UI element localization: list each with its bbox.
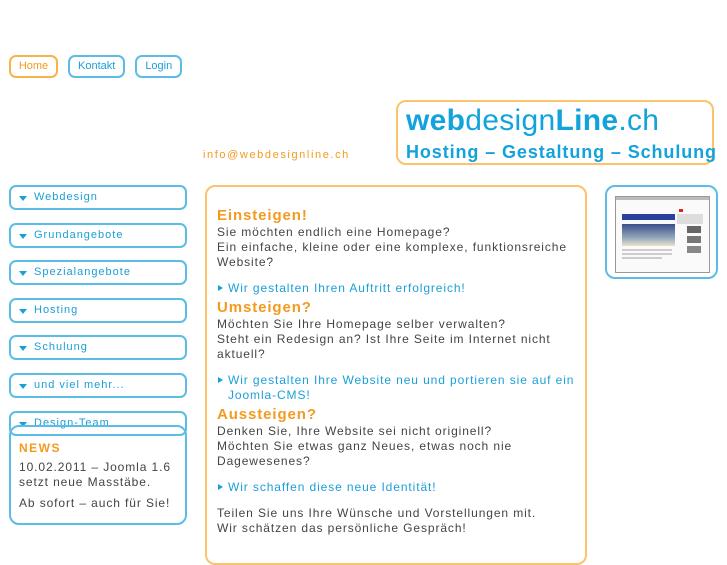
- section-text: Denken Sie, Ihre Website sei nicht origi…: [217, 424, 493, 438]
- sidebar-item-spezialangebote[interactable]: Spezialangebote: [9, 260, 187, 286]
- logo-part-tld: .ch: [618, 104, 660, 137]
- section-einsteigen: Einsteigen! Sie möchten endlich eine Hom…: [217, 207, 575, 296]
- sidebar-item-label: Spezialangebote: [34, 266, 131, 279]
- logo-wordmark: webdesignLine.ch: [406, 104, 659, 138]
- logo-tagline: Hosting – Gestaltung – Schulung: [406, 142, 717, 162]
- sidebar-item-grundangebote[interactable]: Grundangebote: [9, 222, 187, 248]
- section-heading: Aussteigen?: [217, 406, 317, 423]
- section-text: Sie möchten endlich eine Homepage?: [217, 225, 451, 239]
- sidebar-item-label: Schulung: [34, 341, 88, 354]
- site-logo[interactable]: webdesignLine.ch Hosting – Gestaltung – …: [396, 100, 717, 165]
- section-text: Ein einfache, kleine oder eine komplexe,…: [217, 240, 567, 269]
- closing-text: Teilen Sie uns Ihre Wünsche und Vorstell…: [217, 506, 575, 536]
- sidebar-menu: Webdesign Grundangebote Spezialangebote …: [9, 185, 187, 448]
- contact-email-link[interactable]: info@webdesignline.ch: [203, 149, 350, 161]
- arrow-right-icon: [218, 285, 223, 291]
- arrow-right-icon: [218, 484, 223, 490]
- sidebar-item-mehr[interactable]: und viel mehr...: [9, 372, 187, 398]
- section-link[interactable]: Wir gestalten Ihren Auftritt erfolgreich…: [217, 281, 575, 296]
- section-link-label: Wir gestalten Ihren Auftritt erfolgreich…: [228, 281, 466, 295]
- section-link[interactable]: Wir schaffen diese neue Identität!: [217, 480, 575, 495]
- news-item: 10.02.2011 – Joomla 1.6 setzt neue Masst…: [19, 460, 171, 489]
- sidebar-item-label: und viel mehr...: [34, 378, 125, 391]
- closing-line: Wir schätzen das persönliche Gespräch!: [217, 521, 467, 535]
- sidebar-item-schulung[interactable]: Schulung: [9, 335, 187, 361]
- sidebar-item-label: Grundangebote: [34, 228, 124, 241]
- nav-home-button[interactable]: Home: [9, 55, 58, 78]
- section-text: Steht ein Redesign an? Ist Ihre Seite im…: [217, 332, 551, 361]
- logo-part-line: Line: [555, 104, 619, 137]
- section-heading: Einsteigen!: [217, 207, 308, 224]
- nav-login-button[interactable]: Login: [135, 55, 183, 78]
- caret-down-icon: [19, 308, 27, 314]
- main-content: Einsteigen! Sie möchten endlich eine Hom…: [205, 185, 587, 565]
- closing-line: Teilen Sie uns Ihre Wünsche und Vorstell…: [217, 506, 537, 520]
- caret-down-icon: [19, 271, 27, 277]
- section-link[interactable]: Wir gestalten Ihre Website neu und porti…: [217, 373, 575, 403]
- sidebar-item-label: Hosting: [34, 303, 79, 316]
- nav-kontakt-button[interactable]: Kontakt: [68, 55, 126, 78]
- caret-down-icon: [19, 233, 27, 239]
- section-heading: Umsteigen?: [217, 299, 312, 316]
- website-screenshot-thumbnail-icon: [615, 196, 710, 273]
- section-link-label: Wir schaffen diese neue Identität!: [228, 480, 437, 494]
- reference-thumbnail[interactable]: [605, 185, 718, 279]
- top-navigation: Home Kontakt Login: [9, 55, 183, 78]
- sidebar-item-webdesign[interactable]: Webdesign: [9, 185, 187, 210]
- news-title: NEWS: [19, 441, 61, 455]
- section-text: Möchten Sie etwas ganz Neues, etwas noch…: [217, 439, 513, 468]
- caret-down-icon: [19, 346, 27, 352]
- news-item: Ab sofort – auch für Sie!: [19, 496, 171, 510]
- section-link-label: Wir gestalten Ihre Website neu und porti…: [228, 373, 575, 402]
- caret-down-icon: [19, 383, 27, 389]
- arrow-right-icon: [218, 377, 223, 383]
- sidebar-item-label: Webdesign: [34, 191, 98, 203]
- logo-part-design: design: [465, 104, 556, 137]
- sidebar-item-hosting[interactable]: Hosting: [9, 297, 187, 323]
- section-aussteigen: Aussteigen? Denken Sie, Ihre Website sei…: [217, 406, 575, 495]
- section-umsteigen: Umsteigen? Möchten Sie Ihre Homepage sel…: [217, 299, 575, 403]
- logo-part-web: web: [406, 104, 466, 137]
- news-box: NEWS 10.02.2011 – Joomla 1.6 setzt neue …: [9, 425, 187, 525]
- section-text: Möchten Sie Ihre Homepage selber verwalt…: [217, 317, 506, 331]
- caret-down-icon: [19, 196, 27, 201]
